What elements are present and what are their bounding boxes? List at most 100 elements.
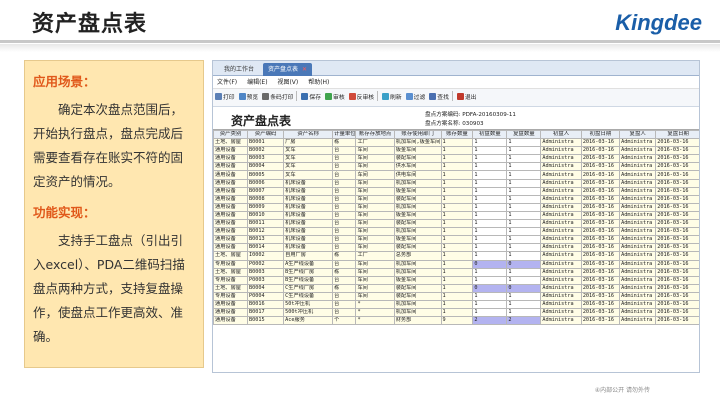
table-row[interactable]: 通用设备 B0007 机床设备台车间 钣金车间 1 1 1 Administra 2016-03… — [213, 186, 699, 196]
table-cell[interactable]: 1 — [472, 210, 508, 221]
column-header[interactable]: 初盘日期 — [580, 129, 621, 140]
table-cell[interactable]: 1 — [472, 243, 508, 253]
table-cell[interactable]: 1 — [472, 170, 508, 180]
toolbar-barcode-button[interactable]: 条码打印 — [262, 89, 298, 106]
table-row[interactable]: 通用设备 B0013 机床设备台车间 钣金车间 1 1 1 Administra 2016-03… — [213, 235, 699, 245]
table-cell[interactable]: 1 — [506, 194, 542, 204]
table-cell[interactable]: 1 — [506, 138, 542, 148]
table-cell[interactable]: 0 — [506, 259, 542, 269]
table-row[interactable]: 通用设备 B0004 叉车台车间 供水车间 1 1 1 Administra 2016-03-1… — [213, 162, 699, 172]
table-cell[interactable]: 1 — [472, 235, 508, 245]
table-cell[interactable]: 1 — [506, 235, 542, 245]
table-row[interactable]: 通用设备 B0014 机床设备台车间 装配车间 1 1 1 Administra 2016-03… — [213, 243, 699, 253]
column-header[interactable]: 资产编码 — [247, 129, 285, 140]
menu-file[interactable]: 文件(F) — [217, 79, 237, 86]
table-row[interactable]: 通用设备 B0002 叉车台车间 钣金车间 1 1 1 Administra 2016-03-1… — [213, 146, 699, 156]
table-row[interactable]: 通用设备 B0015 Ace服务个 * 财务部 9 2 2 Administra 2016-03-… — [213, 316, 699, 326]
table-cell[interactable]: 1 — [472, 291, 508, 301]
table-cell[interactable]: 1 — [472, 146, 508, 156]
table-cell[interactable]: 1 — [506, 178, 542, 188]
table-row[interactable]: 通用设备 B0016 50t冲压机台 * 机加车间 1 1 1 Administra 2016-0… — [213, 299, 699, 310]
table-cell[interactable]: 1 — [506, 251, 542, 261]
table-row[interactable]: 通用设备 B0003 叉车台车间 装配车间 1 1 1 Administra 2016-03-1… — [213, 154, 699, 164]
table-cell[interactable]: 1 — [472, 186, 508, 196]
table-cell[interactable]: 1 — [506, 154, 542, 164]
table-row[interactable]: 专用设备 P0003 B生产线设备台车间 钣金车间 1 1 1 Administra 2016-… — [213, 275, 699, 285]
toolbar-find-button[interactable]: 查找 — [429, 89, 453, 106]
table-row[interactable]: 专用设备 P0002 A生产线设备台车间 机加车间 1 0 0 Administra 2016-… — [213, 259, 699, 269]
close-icon[interactable]: ✕ — [302, 66, 307, 73]
table-row[interactable]: 土地、房屋 B0001 厂房栋工厂 机加车间,钣金车间 1 1 1 Administra 201… — [213, 138, 699, 148]
tab-asset-inventory[interactable]: 资产盘点表 ✕ — [263, 63, 313, 76]
table-cell[interactable]: 1 — [472, 308, 508, 318]
menu-help[interactable]: 帮助(H) — [308, 79, 329, 86]
menu-view[interactable]: 视图(V) — [277, 79, 298, 86]
table-row[interactable]: 通用设备 B0012 机床设备台车间 机加车间 1 1 1 Administra 2016-03… — [213, 227, 699, 237]
column-header[interactable]: 初盘人 — [540, 129, 582, 140]
table-cell[interactable]: 1 — [472, 275, 508, 285]
table-cell[interactable]: 0 — [506, 283, 542, 293]
table-cell[interactable]: 1 — [472, 251, 508, 261]
column-header[interactable]: 账存数量 — [440, 129, 474, 140]
table-row[interactable]: 通用设备 B0011 机床设备台车间 装配车间 1 1 1 Administra 2016-03… — [213, 219, 699, 229]
toolbar-label: 保存 — [309, 95, 322, 101]
table-cell[interactable]: 1 — [506, 146, 542, 156]
table-row[interactable]: 专用设备 P0004 C生产线设备台车间 装配车间 1 1 1 Administra 2016-… — [213, 291, 699, 301]
table-cell[interactable]: 1 — [472, 299, 508, 310]
table-cell[interactable]: 1 — [506, 267, 542, 277]
table-cell[interactable]: 1 — [506, 202, 542, 212]
toolbar-exit-button[interactable]: 退出 — [456, 89, 476, 106]
table-cell[interactable]: 2 — [506, 316, 542, 326]
column-header[interactable]: 资产类别 — [213, 129, 249, 140]
toolbar-preview-button[interactable]: 预览 — [238, 89, 258, 106]
toolbar-unapprove-button[interactable]: 反审核 — [348, 89, 379, 106]
table-cell[interactable]: 1 — [506, 291, 542, 301]
table-cell[interactable]: 1 — [506, 162, 542, 172]
column-header[interactable]: 计量单位 — [332, 129, 357, 140]
table-cell[interactable]: 1 — [506, 243, 542, 253]
column-header[interactable]: 复盘数量 — [506, 129, 542, 140]
table-cell[interactable]: 1 — [506, 275, 542, 285]
table-cell[interactable]: 1 — [506, 186, 542, 196]
table-cell[interactable]: 1 — [472, 178, 508, 188]
column-header[interactable]: 复盘人 — [619, 129, 657, 140]
tab-workbench[interactable]: 我的工作台 — [219, 63, 259, 76]
column-header[interactable]: 资产名称 — [283, 129, 334, 140]
table-cell[interactable]: 1 — [472, 162, 508, 172]
table-cell[interactable]: 2 — [472, 316, 508, 326]
table-cell[interactable]: 1 — [506, 227, 542, 237]
table-cell[interactable]: 1 — [472, 227, 508, 237]
table-row[interactable]: 通用设备 B0008 机床设备台车间 装配车间 1 1 1 Administra 2016-03… — [213, 194, 699, 204]
table-cell[interactable]: 1 — [506, 299, 542, 310]
toolbar-save-button[interactable]: 保存 — [301, 89, 322, 106]
table-cell[interactable]: 1 — [472, 138, 508, 148]
column-header[interactable]: 账存存放地点 — [355, 129, 395, 140]
table-row[interactable]: 土地、房屋 B0003 B生产线厂房栋车间 机加车间 1 1 1 Administra 2016… — [213, 267, 699, 277]
table-row[interactable]: 通用设备 B0009 机床设备台车间 机加车间 1 1 1 Administra 2016-03… — [213, 202, 699, 212]
table-row[interactable]: 通用设备 B0017 500t冲压机台 * 机加车间 1 1 1 Administra 2016-… — [213, 308, 699, 318]
table-cell[interactable]: 1 — [472, 202, 508, 212]
table-cell[interactable]: 0 — [472, 259, 508, 269]
toolbar-approve-button[interactable]: 审核 — [325, 89, 345, 106]
menu-edit[interactable]: 编辑(E) — [247, 79, 267, 86]
table-cell[interactable]: 1 — [506, 210, 542, 221]
table-cell[interactable]: 1 — [506, 308, 542, 318]
table-row[interactable]: 土地、房屋 B0004 C生产线厂房栋车间 装配车间 1 0 0 Administra 2016… — [213, 283, 699, 293]
table-cell[interactable]: 1 — [472, 219, 508, 229]
table-row[interactable]: 通用设备 B0006 机床设备台车间 机加车间 1 1 1 Administra 2016-03… — [213, 178, 699, 188]
column-header[interactable]: 初盘数量 — [472, 129, 508, 140]
table-cell[interactable]: 0 — [472, 283, 508, 293]
toolbar-refresh-button[interactable]: 刷新 — [382, 89, 402, 106]
table-cell[interactable]: 1 — [472, 267, 508, 277]
table-cell[interactable]: 1 — [506, 219, 542, 229]
table-row[interactable]: 土地、房屋 I0002 自用厂房栋工厂 总务部 1 1 1 Administra 2016-03… — [213, 251, 699, 261]
column-header[interactable]: 账存使用部门 — [393, 129, 442, 140]
table-cell[interactable]: 1 — [472, 154, 508, 164]
table-cell[interactable]: 1 — [506, 170, 542, 180]
column-header[interactable]: 复盘日期 — [655, 129, 699, 140]
table-row[interactable]: 通用设备 B0010 机床设备台车间 钣金车间 1 1 1 Administra 2016-03… — [213, 210, 699, 221]
table-row[interactable]: 通用设备 B0005 叉车台车间 供电车间 1 1 1 Administra 2016-03-1… — [213, 170, 699, 180]
table-cell[interactable]: 1 — [472, 194, 508, 204]
toolbar-filter-button[interactable]: 过滤 — [405, 89, 425, 106]
toolbar-printer-button[interactable]: 打印 — [215, 89, 235, 106]
